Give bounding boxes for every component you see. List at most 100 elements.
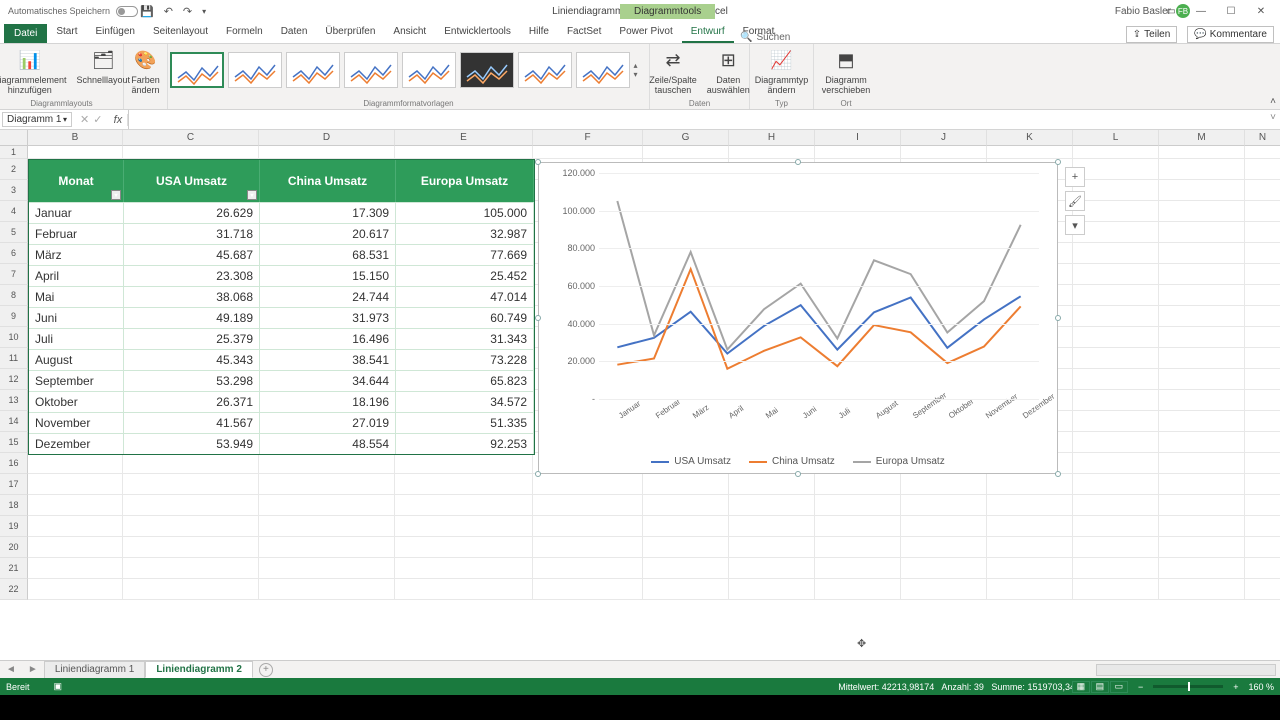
- row-header-17[interactable]: 17: [0, 474, 28, 495]
- plot-area[interactable]: [599, 173, 1039, 397]
- column-header-K[interactable]: K: [987, 130, 1073, 146]
- minimize-icon[interactable]: —: [1186, 1, 1216, 21]
- formula-bar[interactable]: ˅: [128, 110, 1280, 129]
- ribbon-tab-power pivot[interactable]: Power Pivot: [610, 22, 681, 43]
- maximize-icon[interactable]: ☐: [1216, 1, 1246, 21]
- sheet-tab[interactable]: Liniendiagramm 2: [145, 661, 253, 678]
- ribbon-tab-daten[interactable]: Daten: [272, 22, 317, 43]
- sheet-nav-next-icon[interactable]: ►: [22, 664, 44, 675]
- column-header-L[interactable]: L: [1073, 130, 1159, 146]
- row-header-18[interactable]: 18: [0, 495, 28, 516]
- chart-filter-icon[interactable]: ▾: [1065, 215, 1085, 235]
- redo-icon[interactable]: ↷: [183, 5, 192, 18]
- legend-item[interactable]: Europa Umsatz: [853, 456, 945, 467]
- row-header-16[interactable]: 16: [0, 453, 28, 474]
- ribbon-tab-entwurf[interactable]: Entwurf: [682, 22, 734, 43]
- chart-style-5[interactable]: [402, 52, 456, 88]
- zoom-in-icon[interactable]: +: [1233, 682, 1238, 692]
- chart-style-8[interactable]: [576, 52, 630, 88]
- row-header-8[interactable]: 8: [0, 285, 28, 306]
- horizontal-scrollbar[interactable]: [1096, 664, 1276, 676]
- switch-row-column-button[interactable]: ⇄Zeile/Spalte tauschen: [646, 46, 700, 98]
- zoom-out-icon[interactable]: −: [1138, 682, 1143, 692]
- close-icon[interactable]: ✕: [1246, 1, 1276, 21]
- row-header-11[interactable]: 11: [0, 348, 28, 369]
- legend-item[interactable]: USA Umsatz: [651, 456, 731, 467]
- chart-style-1[interactable]: [170, 52, 224, 88]
- expand-formula-icon[interactable]: ˅: [1270, 112, 1276, 123]
- column-header-I[interactable]: I: [815, 130, 901, 146]
- column-header-B[interactable]: B: [28, 130, 123, 146]
- row-header-14[interactable]: 14: [0, 411, 28, 432]
- chart-styles-icon[interactable]: 🖌: [1065, 191, 1085, 211]
- autosave-toggle[interactable]: [116, 6, 138, 17]
- chart-style-4[interactable]: [344, 52, 398, 88]
- row-header-6[interactable]: 6: [0, 243, 28, 264]
- ribbon-tab-ansicht[interactable]: Ansicht: [384, 22, 435, 43]
- column-header-H[interactable]: H: [729, 130, 815, 146]
- column-header-E[interactable]: E: [395, 130, 533, 146]
- move-chart-button[interactable]: ⬒Diagramm verschieben: [819, 46, 874, 98]
- chart-style-6[interactable]: [460, 52, 514, 88]
- column-header-F[interactable]: F: [533, 130, 643, 146]
- column-header-C[interactable]: C: [123, 130, 259, 146]
- row-header-2[interactable]: 2: [0, 159, 28, 180]
- ribbon-tab-start[interactable]: Start: [47, 22, 86, 43]
- collapse-ribbon-icon[interactable]: ˄: [1270, 96, 1276, 107]
- column-header-N[interactable]: N: [1245, 130, 1280, 146]
- row-header-15[interactable]: 15: [0, 432, 28, 453]
- chart-legend[interactable]: USA Umsatz China Umsatz Europa Umsatz: [539, 456, 1057, 467]
- row-header-10[interactable]: 10: [0, 327, 28, 348]
- ribbon-tab-überprüfen[interactable]: Überprüfen: [316, 22, 384, 43]
- row-header-4[interactable]: 4: [0, 201, 28, 222]
- ribbon-tab-hilfe[interactable]: Hilfe: [520, 22, 558, 43]
- ribbon-options-icon[interactable]: ▭: [1156, 1, 1186, 21]
- row-header-9[interactable]: 9: [0, 306, 28, 327]
- ribbon-tab-entwicklertools[interactable]: Entwicklertools: [435, 22, 520, 43]
- chart-style-2[interactable]: [228, 52, 282, 88]
- select-data-button[interactable]: ⊞Daten auswählen: [704, 46, 753, 98]
- column-header-D[interactable]: D: [259, 130, 395, 146]
- zoom-level[interactable]: 160 %: [1248, 682, 1274, 692]
- undo-icon[interactable]: ↶: [164, 5, 173, 18]
- name-box[interactable]: Diagramm 1▾: [2, 112, 72, 127]
- data-table[interactable]: Monat▾USA Umsatz▾China UmsatzEuropa Umsa…: [28, 159, 535, 455]
- chart-style-3[interactable]: [286, 52, 340, 88]
- worksheet[interactable]: BCDEFGHIJKLMN 12345678910111213141516171…: [0, 130, 1280, 660]
- row-header-21[interactable]: 21: [0, 558, 28, 579]
- chart-elements-icon[interactable]: +: [1065, 167, 1085, 187]
- row-header-5[interactable]: 5: [0, 222, 28, 243]
- sheet-nav-prev-icon[interactable]: ◄: [0, 664, 22, 675]
- row-header-20[interactable]: 20: [0, 537, 28, 558]
- view-switcher[interactable]: ▦▤▭: [1072, 681, 1128, 693]
- ribbon-tab-factset[interactable]: FactSet: [558, 22, 610, 43]
- row-header-3[interactable]: 3: [0, 180, 28, 201]
- cancel-formula-icon[interactable]: ✕: [80, 113, 89, 126]
- row-header-1[interactable]: 1: [0, 146, 28, 159]
- change-colors-button[interactable]: 🎨Farben ändern: [128, 46, 163, 98]
- column-header-M[interactable]: M: [1159, 130, 1245, 146]
- row-header-19[interactable]: 19: [0, 516, 28, 537]
- tell-me-search[interactable]: 🔍 Suchen: [740, 32, 790, 43]
- legend-item[interactable]: China Umsatz: [749, 456, 835, 467]
- ribbon-tab-einfügen[interactable]: Einfügen: [86, 22, 143, 43]
- row-header-13[interactable]: 13: [0, 390, 28, 411]
- ribbon-tab-seitenlayout[interactable]: Seitenlayout: [144, 22, 217, 43]
- select-all-corner[interactable]: [0, 130, 28, 146]
- save-icon[interactable]: 💾: [140, 5, 154, 18]
- fx-icon[interactable]: fx: [108, 114, 128, 126]
- add-chart-element-button[interactable]: 📊Diagrammelement hinzufügen: [0, 46, 70, 98]
- enter-formula-icon[interactable]: ✓: [93, 113, 102, 126]
- record-macro-icon[interactable]: ▣: [54, 681, 63, 692]
- chevron-down-icon[interactable]: ▾: [63, 115, 67, 124]
- add-sheet-button[interactable]: +: [259, 663, 273, 677]
- row-header-7[interactable]: 7: [0, 264, 28, 285]
- row-header-22[interactable]: 22: [0, 579, 28, 600]
- comments-button[interactable]: 💬Kommentare: [1187, 26, 1274, 43]
- row-header-12[interactable]: 12: [0, 369, 28, 390]
- change-chart-type-button[interactable]: 📈Diagrammtyp ändern: [752, 46, 812, 98]
- ribbon-tab-formeln[interactable]: Formeln: [217, 22, 272, 43]
- column-header-G[interactable]: G: [643, 130, 729, 146]
- chart-style-7[interactable]: [518, 52, 572, 88]
- sheet-tab[interactable]: Liniendiagramm 1: [44, 661, 146, 678]
